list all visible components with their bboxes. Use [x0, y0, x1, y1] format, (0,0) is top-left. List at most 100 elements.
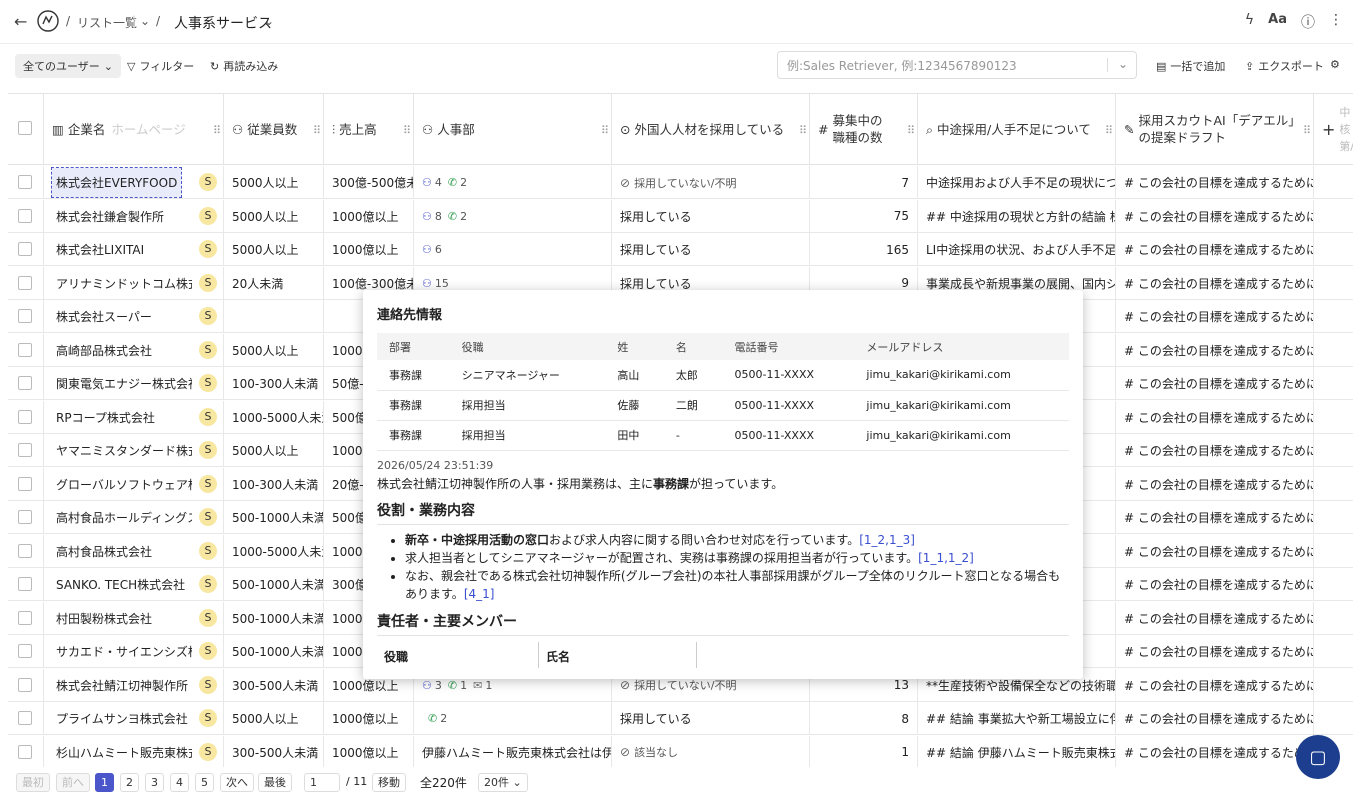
sales-cell[interactable]: 1000億以上: [324, 199, 414, 233]
row-checkbox[interactable]: [18, 376, 32, 390]
go-button[interactable]: 移動: [372, 773, 406, 792]
filter-button[interactable]: ▽ フィルター: [127, 58, 194, 74]
row-checkbox[interactable]: [18, 577, 32, 591]
hr-cell-content[interactable]: ✆ 2: [422, 712, 447, 725]
foreign-cell[interactable]: 採用している: [612, 702, 810, 735]
company-cell[interactable]: サカエド・サイエンシズ株式会社 S: [44, 635, 224, 668]
company-cell[interactable]: SANKO. TECH株式会社 S: [44, 568, 224, 601]
source-badge[interactable]: S: [199, 340, 217, 359]
employees-cell[interactable]: [224, 300, 324, 333]
company-name[interactable]: 株式会社鯖江切神製作所: [52, 671, 192, 700]
company-cell[interactable]: 高村食品ホールディングス株式会社 S: [44, 501, 224, 534]
hr-cell[interactable]: ⚇ 8 ✆ 2: [414, 199, 612, 233]
hr-cell-content[interactable]: ⚇ 8 ✆ 2: [422, 210, 467, 223]
source-badge[interactable]: S: [199, 273, 217, 292]
last-page-button[interactable]: 最後: [258, 773, 292, 792]
foreign-cell[interactable]: ⊘ 該当なし: [612, 735, 810, 767]
app-logo-icon[interactable]: [36, 9, 60, 33]
row-checkbox[interactable]: [18, 242, 32, 256]
per-page-select[interactable]: 20件 ⌄: [478, 773, 528, 792]
hr-cell-content[interactable]: 伊藤ハムミート販売東株式会社は伊: [422, 744, 611, 761]
source-badge[interactable]: S: [199, 575, 217, 593]
scout-cell[interactable]: # この会社の目標を達成するために: [1116, 668, 1314, 702]
drag-handle-icon[interactable]: ⠿: [601, 122, 609, 139]
first-page-button[interactable]: 最初: [16, 773, 50, 792]
drag-handle-icon[interactable]: ⠿: [1303, 122, 1311, 139]
company-cell[interactable]: 株式会社LIXITAI S: [44, 233, 224, 266]
header-midcareer[interactable]: ⌕ 中途採用/人手不足について ⠿: [918, 94, 1116, 164]
company-cell[interactable]: グローバルソフトウェア株式会社 S: [44, 467, 224, 501]
company-name[interactable]: 株式会社鎌倉製作所: [52, 202, 168, 231]
employees-cell[interactable]: 500-1000人未満: [224, 601, 324, 635]
title-chevron-icon[interactable]: ⌄: [264, 14, 274, 28]
company-name[interactable]: アリナミンドットコム株式会社: [52, 269, 192, 298]
row-checkbox[interactable]: [18, 711, 32, 725]
scout-cell[interactable]: # この会社の目標を達成するために: [1116, 333, 1314, 367]
company-name[interactable]: サカエド・サイエンシズ株式会社: [52, 637, 192, 666]
header-sales[interactable]: ⫶ 売上高 ⠿: [324, 94, 414, 164]
header-employees[interactable]: ⚇ 従業員数 ⠿: [224, 94, 324, 164]
company-name[interactable]: 村田製粉株式会社: [52, 604, 156, 633]
drag-handle-icon[interactable]: ⠿: [213, 122, 221, 139]
row-checkbox[interactable]: [18, 744, 32, 759]
employees-cell[interactable]: 100-300人未満: [224, 367, 324, 400]
chat-support-button[interactable]: ▢: [1296, 735, 1340, 779]
hr-cell[interactable]: 伊藤ハムミート販売東株式会社は伊: [414, 735, 612, 767]
citation-link[interactable]: [1_1,1_2]: [918, 551, 974, 565]
company-cell[interactable]: 杉山ハムミート販売東株式会社 S: [44, 735, 224, 767]
font-size-icon[interactable]: Aa: [1268, 12, 1287, 32]
scout-cell[interactable]: # この会社の目標を達成するために: [1116, 735, 1314, 767]
employees-cell[interactable]: 1000-5000人未満: [224, 400, 324, 434]
settings-sliders-icon[interactable]: ⚙: [1330, 58, 1340, 71]
row-checkbox[interactable]: [18, 510, 32, 524]
employees-cell[interactable]: 5000人以上: [224, 434, 324, 467]
header-foreign[interactable]: ⊙ 外国人人材を採用している ⠿: [612, 94, 810, 164]
row-checkbox[interactable]: [18, 644, 32, 658]
source-badge[interactable]: S: [199, 374, 217, 392]
page-button[interactable]: 2: [120, 773, 139, 792]
company-name[interactable]: プライムサンヨ株式会社: [52, 704, 192, 733]
company-cell[interactable]: アリナミンドットコム株式会社 S: [44, 266, 224, 300]
help-icon[interactable]: ⓘ: [1301, 12, 1315, 32]
source-badge[interactable]: S: [199, 675, 217, 694]
drag-handle-icon[interactable]: ⠿: [907, 122, 915, 139]
citation-link[interactable]: [1_2,1_3]: [859, 533, 915, 547]
row-checkbox[interactable]: [18, 677, 32, 692]
scout-cell[interactable]: # この会社の目標を達成するために: [1116, 300, 1314, 333]
source-badge[interactable]: S: [199, 307, 217, 325]
page-button[interactable]: 5: [195, 773, 214, 792]
drag-handle-icon[interactable]: ⠿: [1105, 122, 1113, 139]
scout-cell[interactable]: # この会社の目標を達成するために: [1116, 266, 1314, 300]
select-all-checkbox[interactable]: [18, 121, 32, 135]
mid-cell[interactable]: 中途採用および人手不足の現状につ: [918, 166, 1116, 199]
source-badge[interactable]: S: [199, 541, 217, 560]
scout-cell[interactable]: # この会社の目標を達成するために: [1116, 534, 1314, 568]
company-name[interactable]: 高崎部品株式会社: [52, 336, 156, 365]
company-name[interactable]: 株式会社EVERYFOOD: [50, 167, 183, 198]
company-name[interactable]: 高村食品ホールディングス株式会社: [52, 503, 192, 532]
drag-handle-icon[interactable]: ⠿: [403, 122, 411, 139]
sales-cell[interactable]: 1000億以上: [324, 233, 414, 266]
company-name[interactable]: ヤマニミスタンダード株式会社: [52, 436, 192, 465]
company-cell[interactable]: RPコープ株式会社 S: [44, 400, 224, 434]
breadcrumb-list[interactable]: リスト一覧: [77, 14, 137, 31]
chevron-down-icon[interactable]: ⌄: [140, 14, 150, 28]
mid-cell[interactable]: ## 中途採用の現状と方針の結論 株: [918, 199, 1116, 233]
company-cell[interactable]: 株式会社鎌倉製作所 S: [44, 199, 224, 233]
company-name[interactable]: RPコープ株式会社: [52, 403, 159, 432]
header-hr[interactable]: ⚇ 人事部 ⠿: [414, 94, 612, 164]
foreign-cell[interactable]: 採用している: [612, 233, 810, 266]
scout-cell[interactable]: # この会社の目標を達成するために: [1116, 400, 1314, 434]
hr-cell[interactable]: ⚇ 6: [414, 233, 612, 266]
openings-cell[interactable]: 7: [810, 166, 918, 199]
row-checkbox[interactable]: [18, 309, 32, 323]
scout-cell[interactable]: # この会社の目標を達成するために: [1116, 501, 1314, 534]
prev-page-button[interactable]: 前へ: [56, 773, 90, 792]
table-row[interactable]: 株式会社LIXITAI S 5000人以上 1000億以上 ⚇ 6 採用している 165 LI中…: [8, 233, 1353, 266]
openings-cell[interactable]: 75: [810, 199, 918, 233]
employees-cell[interactable]: 500-1000人未満: [224, 635, 324, 668]
drag-handle-icon[interactable]: ⠿: [313, 122, 321, 139]
table-row[interactable]: 株式会社EVERYFOOD S 5000人以上 300億-500億未満 ⚇4 ✆2 ⊘採用し…: [8, 166, 1353, 199]
company-cell[interactable]: 関東電気エナジー株式会社 S: [44, 367, 224, 400]
next-page-button[interactable]: 次へ: [220, 773, 254, 792]
